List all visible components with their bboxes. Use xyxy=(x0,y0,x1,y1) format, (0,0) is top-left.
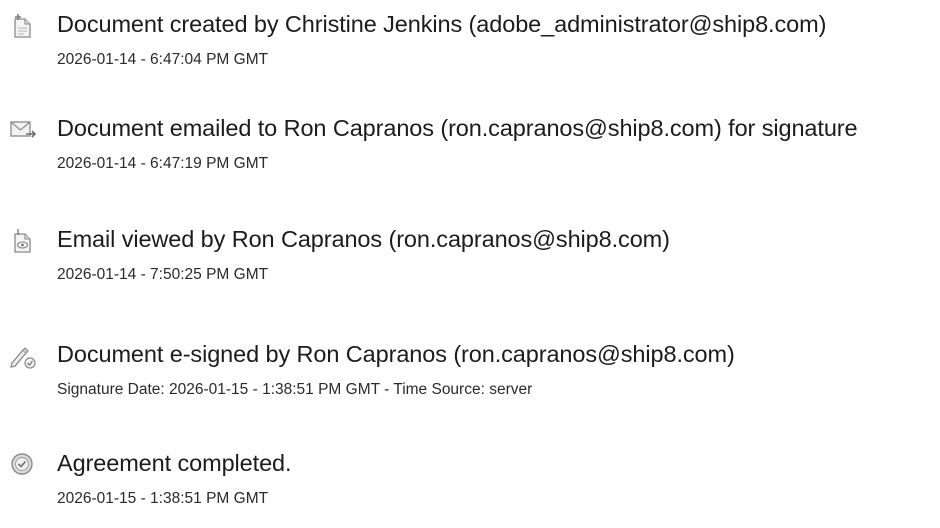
audit-entry-title: Agreement completed. xyxy=(57,450,292,476)
audit-entry-timestamp: 2026-01-15 - 1:38:51 PM GMT xyxy=(57,490,269,507)
audit-entry-timestamp: 2026-01-14 - 6:47:19 PM GMT xyxy=(57,155,269,172)
audit-entry-completed: Agreement completed. 2026-01-15 - 1:38:5… xyxy=(0,448,940,528)
audit-entry-title: Document e-signed by Ron Capranos (ron.c… xyxy=(57,341,735,367)
audit-entry-timestamp: 2026-01-14 - 7:50:25 PM GMT xyxy=(57,266,269,283)
audit-entry-title: Email viewed by Ron Capranos (ron.capran… xyxy=(57,226,670,252)
audit-entry-timestamp: 2026-01-14 - 6:47:04 PM GMT xyxy=(57,51,269,68)
e-signed-pen-icon xyxy=(8,341,38,371)
audit-entry-title: Document emailed to Ron Capranos (ron.ca… xyxy=(57,115,858,141)
audit-history-list: Document created by Christine Jenkins (a… xyxy=(0,0,940,510)
email-viewed-icon xyxy=(8,226,38,256)
audit-entry-signed: Document e-signed by Ron Capranos (ron.c… xyxy=(0,339,940,419)
audit-entry-title: Document created by Christine Jenkins (a… xyxy=(57,11,827,37)
audit-entry-viewed: Email viewed by Ron Capranos (ron.capran… xyxy=(0,224,940,304)
document-created-icon xyxy=(8,11,38,41)
agreement-completed-icon xyxy=(8,450,38,480)
audit-entry-created: Document created by Christine Jenkins (a… xyxy=(0,9,940,89)
audit-entry-emailed: Document emailed to Ron Capranos (ron.ca… xyxy=(0,113,940,193)
audit-entry-timestamp: Signature Date: 2026-01-15 - 1:38:51 PM … xyxy=(57,381,533,398)
email-sent-icon xyxy=(8,115,38,145)
